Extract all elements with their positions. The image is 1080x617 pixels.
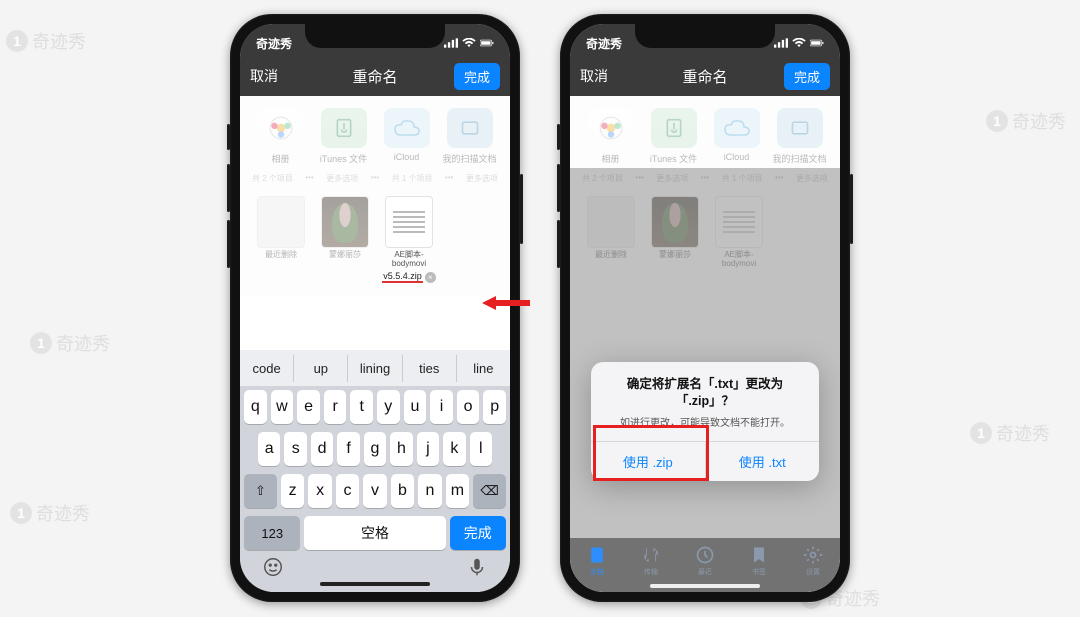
key-h[interactable]: h <box>390 432 412 466</box>
signal-icon <box>774 38 788 48</box>
keyboard-suggestions: code up lining ties line <box>240 350 510 386</box>
notch <box>635 24 775 48</box>
key-j[interactable]: j <box>417 432 439 466</box>
key-backspace[interactable]: ⌫ <box>473 474 506 508</box>
home-indicator[interactable] <box>320 582 430 586</box>
key-y[interactable]: y <box>377 390 400 424</box>
key-i[interactable]: i <box>430 390 453 424</box>
emoji-icon[interactable] <box>262 556 284 578</box>
key-b[interactable]: b <box>391 474 414 508</box>
keyboard: code up lining ties line q w e r t y u i… <box>240 350 510 592</box>
notch <box>305 24 445 48</box>
tab-bookmarks[interactable]: 书签 <box>749 545 769 577</box>
done-button[interactable]: 完成 <box>454 63 500 90</box>
carrier-label: 奇迹秀 <box>586 35 622 52</box>
key-w[interactable]: w <box>271 390 294 424</box>
location-itunes[interactable]: iTunes 文件 <box>315 108 372 165</box>
done-button[interactable]: 完成 <box>784 63 830 90</box>
carrier-label: 奇迹秀 <box>256 35 292 52</box>
key-x[interactable]: x <box>308 474 331 508</box>
key-l[interactable]: l <box>470 432 492 466</box>
key-m[interactable]: m <box>446 474 469 508</box>
key-o[interactable]: o <box>457 390 480 424</box>
navbar: 取消 重命名 完成 <box>240 56 510 96</box>
file-recently-deleted[interactable]: 最近删除 <box>252 196 310 283</box>
key-z[interactable]: z <box>281 474 304 508</box>
suggestion[interactable]: lining <box>348 355 402 382</box>
mic-icon[interactable] <box>466 556 488 578</box>
key-shift[interactable]: ⇧ <box>244 474 277 508</box>
navbar: 取消 重命名 完成 <box>570 56 840 96</box>
key-e[interactable]: e <box>297 390 320 424</box>
key-space[interactable]: 空格 <box>304 516 445 550</box>
key-v[interactable]: v <box>363 474 386 508</box>
key-p[interactable]: p <box>483 390 506 424</box>
location-row: 相册 iTunes 文件 iCloud 我的扫描文档 <box>576 104 834 173</box>
key-k[interactable]: k <box>443 432 465 466</box>
location-icloud[interactable]: iCloud <box>708 108 765 165</box>
battery-icon <box>810 38 824 48</box>
navbar-title: 重命名 <box>682 66 727 87</box>
key-u[interactable]: u <box>404 390 427 424</box>
home-indicator[interactable] <box>650 584 760 588</box>
key-done[interactable]: 完成 <box>450 516 506 550</box>
tab-recent[interactable]: 最近 <box>695 545 715 577</box>
location-scanned[interactable]: 我的扫描文档 <box>441 108 498 165</box>
location-row: 相册 iTunes 文件 iCloud 我的扫描文档 <box>246 104 504 173</box>
dialog-title: 确定将扩展名「.txt」更改为「.zip」？ <box>605 376 805 410</box>
dialog-use-txt-button[interactable]: 使用 .txt <box>706 442 820 481</box>
key-d[interactable]: d <box>311 432 333 466</box>
key-123[interactable]: 123 <box>244 516 300 550</box>
location-photos[interactable]: 相册 <box>582 108 639 165</box>
key-t[interactable]: t <box>350 390 373 424</box>
key-q[interactable]: q <box>244 390 267 424</box>
phone-right: 奇迹秀 取消 重命名 完成 相册 <box>560 14 850 602</box>
key-c[interactable]: c <box>336 474 359 508</box>
navbar-title: 重命名 <box>352 66 397 87</box>
tab-transfer[interactable]: 传输 <box>641 545 661 577</box>
key-n[interactable]: n <box>418 474 441 508</box>
wifi-icon <box>792 38 806 48</box>
suggestion[interactable]: ties <box>403 355 457 382</box>
location-photos[interactable]: 相册 <box>252 108 309 165</box>
battery-icon <box>480 38 494 48</box>
tab-settings[interactable]: 设置 <box>803 545 823 577</box>
key-r[interactable]: r <box>324 390 347 424</box>
file-mona-lisa[interactable]: 蒙娜丽莎 <box>316 196 374 283</box>
suggestion[interactable]: line <box>457 355 510 382</box>
file-ae-script[interactable]: AE脚本-bodymovi v5.5.4.zip × <box>380 196 438 283</box>
key-f[interactable]: f <box>337 432 359 466</box>
clear-icon[interactable]: × <box>425 272 436 283</box>
key-a[interactable]: a <box>258 432 280 466</box>
location-scanned[interactable]: 我的扫描文档 <box>771 108 828 165</box>
phone-left: 奇迹秀 取消 重命名 完成 相册 <box>230 14 520 602</box>
cancel-button[interactable]: 取消 <box>250 66 278 86</box>
annotation-arrow <box>482 296 530 310</box>
suggestion[interactable]: up <box>294 355 348 382</box>
key-g[interactable]: g <box>364 432 386 466</box>
meta-row: 共 2 个项目•••更多选项 •••共 1 个项目•••更多选项 <box>246 173 504 190</box>
signal-icon <box>444 38 458 48</box>
tab-bar: 文档 传输 最近 书签 设置 <box>570 538 840 592</box>
wifi-icon <box>462 38 476 48</box>
suggestion[interactable]: code <box>240 355 294 382</box>
tab-documents[interactable]: 文档 <box>587 545 607 577</box>
location-itunes[interactable]: iTunes 文件 <box>645 108 702 165</box>
location-icloud[interactable]: iCloud <box>378 108 435 165</box>
key-s[interactable]: s <box>284 432 306 466</box>
cancel-button[interactable]: 取消 <box>580 66 608 86</box>
rename-input[interactable]: v5.5.4.zip × <box>382 271 436 283</box>
annotation-highlight <box>593 425 709 481</box>
